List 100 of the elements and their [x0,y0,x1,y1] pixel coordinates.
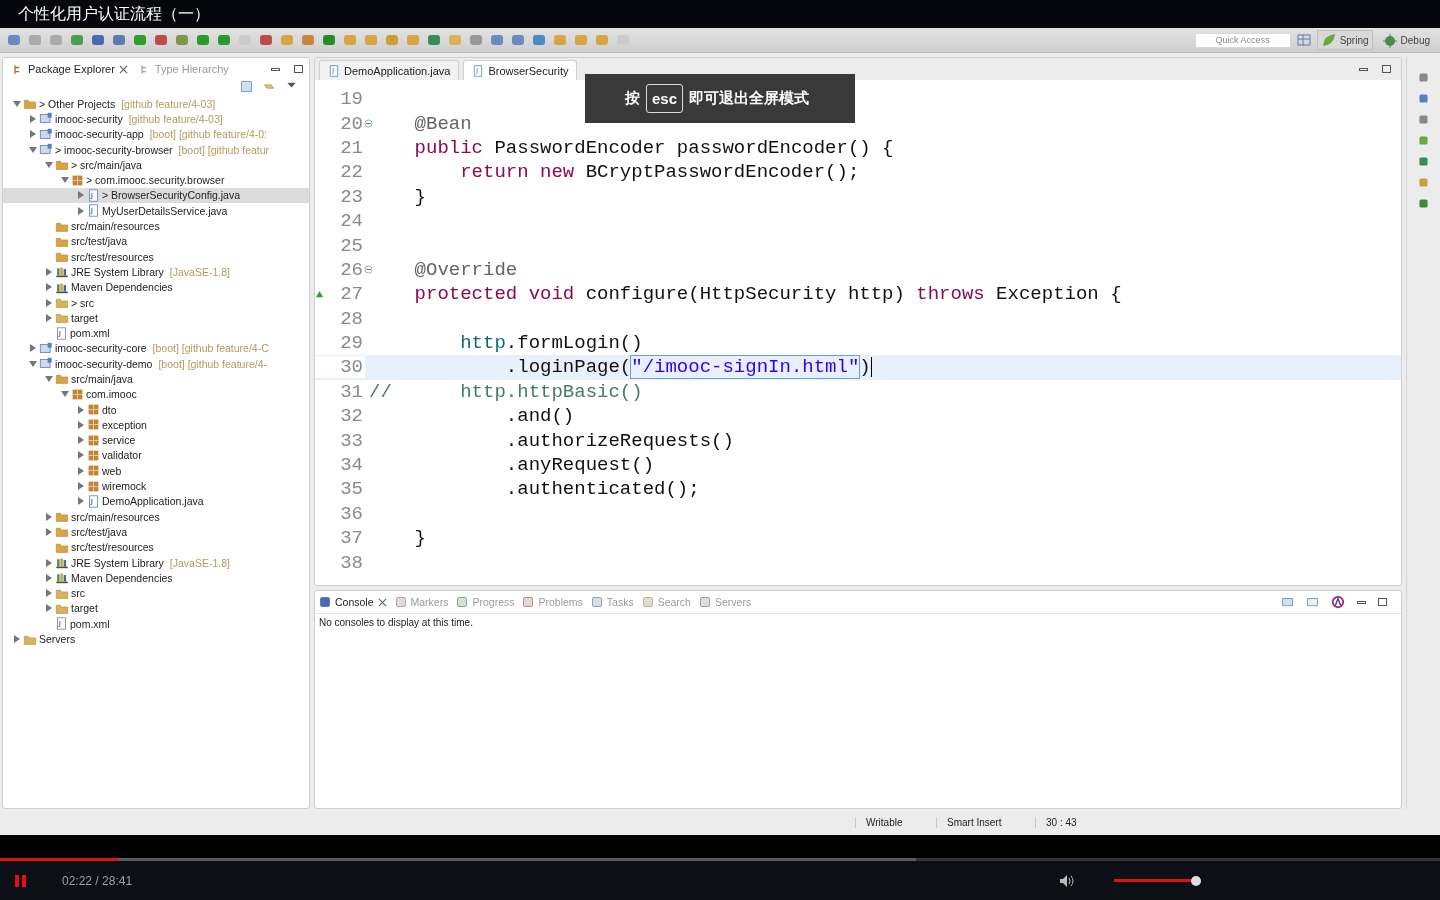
tree-item[interactable]: imooc-security-core [boot] [github feature/4-C [3,340,309,357]
tree-item[interactable]: MyUserDetailsService.java [3,203,309,219]
xml-file-icon [55,326,68,340]
tree-item[interactable]: service [3,432,309,448]
expand-arrow-icon[interactable] [13,635,21,644]
maximize-icon[interactable] [294,65,303,73]
volume-button[interactable] [1059,873,1075,888]
view-icon [698,596,711,608]
minimize-icon[interactable] [1359,67,1368,71]
display-console-icon[interactable] [1281,595,1294,609]
status-field: Smart Insert [936,816,1035,828]
editor-tab[interactable]: DemoApplication.java [319,60,460,80]
side-view-icon[interactable] [1417,113,1430,126]
tree-item[interactable]: pom.xml [3,616,309,632]
toolbar-icon[interactable] [468,32,484,48]
view-menu-icon[interactable] [286,80,297,91]
maximize-icon[interactable] [1378,598,1387,606]
toolbar-icon[interactable] [174,32,190,48]
toolbar-icon[interactable] [489,32,505,48]
tree-item[interactable]: Servers [3,631,309,647]
toast-text: 即可退出全屏模式 [689,89,810,108]
tree-item[interactable]: target [3,310,309,326]
tree-item[interactable]: imooc-security-demo [boot] [github feature/4- [3,356,309,372]
tree-item[interactable]: exception [3,417,309,433]
toolbar-icon[interactable] [69,32,85,48]
tree-item[interactable]: src/test/java [3,233,309,249]
view-tab[interactable]: Console [319,596,387,608]
folder-icon [55,311,69,325]
tree-item[interactable]: wiremock [3,478,309,494]
tree-item[interactable]: src/main/java [3,371,309,387]
code-line: return new BCryptPasswordEncoder(); [459,161,860,184]
toolbar-icon[interactable] [531,32,547,48]
tree-item[interactable]: DemoApplication.java [3,493,309,509]
progress-bar[interactable] [0,858,1440,861]
pause-button[interactable] [14,873,28,888]
tree-item[interactable]: imooc-security-app [boot] [github feature/4-0: [3,126,309,142]
tree-item[interactable]: > com.imooc.security.browser [3,172,309,188]
tree-item[interactable]: pom.xml [3,325,309,341]
view-icon [319,596,331,608]
side-view-icon[interactable] [1417,176,1430,189]
collapse-arrow-icon[interactable] [13,99,21,108]
tree-item[interactable]: Maven Dependencies [3,570,309,586]
perspective-button[interactable]: Spring [1316,30,1373,50]
tree-item[interactable]: > src/main/java [3,157,309,173]
toolbar-icon[interactable] [216,32,232,48]
project-icon [39,143,53,157]
toolbar-icon[interactable] [426,32,442,48]
toolbar-icon[interactable] [510,32,526,48]
side-view-icon[interactable] [1417,155,1430,168]
tree-item[interactable]: src [3,585,309,601]
tree-item[interactable]: src/test/resources [3,539,309,555]
side-view-icon[interactable] [1417,92,1430,105]
tree-item[interactable]: > Other Projects [github feature/4-03] [3,96,309,112]
toolbar-icon[interactable] [321,32,337,48]
tree-item[interactable]: dto [3,401,309,418]
anchor-icon[interactable] [1331,595,1345,609]
side-view-icon[interactable] [1417,197,1430,210]
tree-item[interactable]: com.imooc [3,386,309,402]
tree-item[interactable]: validator [3,447,309,464]
tree-item[interactable]: src/test/resources [3,248,309,265]
minimize-icon[interactable] [1357,600,1366,604]
toolbar-icon[interactable] [258,32,274,48]
tree-item[interactable]: target [3,600,309,617]
perspective-button[interactable]: Debug [1377,30,1434,50]
fold-icon[interactable] [364,119,373,129]
toolbar-icon[interactable] [90,32,106,48]
toolbar-icon[interactable] [6,32,22,48]
maximize-icon[interactable] [1382,65,1391,73]
package-icon [87,403,100,417]
toolbar-icon[interactable] [132,32,148,48]
toolbar-icon[interactable] [111,32,127,48]
close-icon[interactable] [118,64,128,74]
minimize-icon[interactable] [271,67,280,71]
tree-item[interactable]: src/main/resources [3,509,309,525]
tree-item[interactable]: > imooc-security-browser [boot] [github featur [3,141,309,158]
toolbar-icon[interactable] [195,32,211,48]
tree-item[interactable]: JRE System Library [JavaSE-1.8] [3,554,309,571]
toolbar-icon[interactable] [300,32,316,48]
quick-access-field[interactable]: Quick Access [1194,32,1291,48]
tree-item[interactable]: web [3,463,309,479]
line-number: 37 [340,527,363,550]
toolbar-icon[interactable] [153,32,169,48]
view-tab[interactable]: Package Explorer [9,61,132,77]
side-view-icon[interactable] [1417,71,1430,84]
tree-item[interactable]: > src [3,294,309,311]
tree-item[interactable]: > BrowserSecurityConfig.java [3,187,309,204]
tree-item[interactable]: src/main/resources [3,218,309,234]
tree-item[interactable]: Maven Dependencies [3,279,309,295]
leaf-icon [1320,32,1337,48]
side-view-icon[interactable] [1417,134,1430,147]
close-icon[interactable] [377,597,387,607]
tree-item[interactable]: src/test/java [3,524,309,540]
expand-arrow-icon[interactable] [29,344,37,353]
new-console-icon[interactable] [1306,595,1319,609]
tree-item[interactable]: imooc-security [github feature/4-03] [3,111,309,127]
fold-icon[interactable] [364,265,373,275]
collapse-all-icon[interactable] [240,80,253,93]
open-perspective-icon[interactable] [1295,32,1312,48]
tree-item[interactable]: JRE System Library [JavaSE-1.8] [3,264,309,280]
editor-tab[interactable]: BrowserSecurity [463,60,578,80]
